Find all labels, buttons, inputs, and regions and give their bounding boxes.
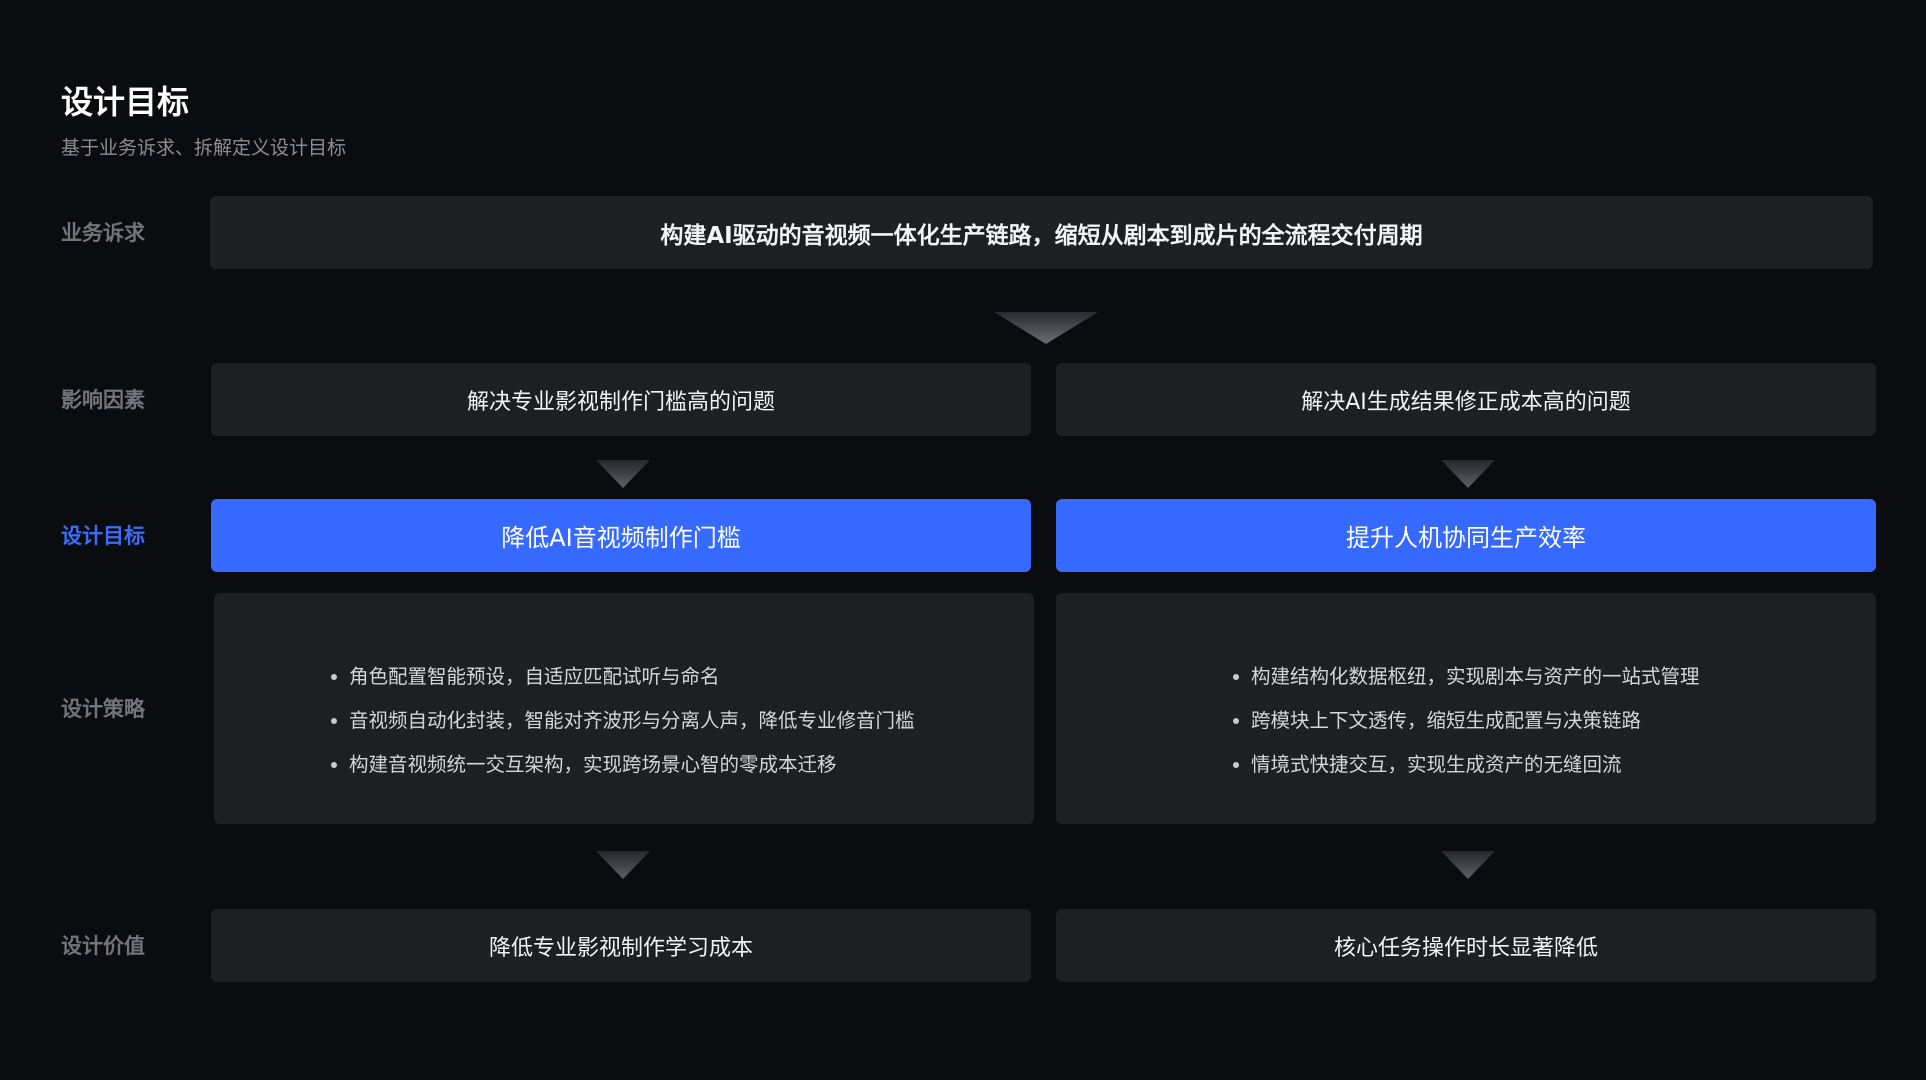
factor-box-left: 解决专业影视制作门槛高的问题	[211, 363, 1031, 436]
list-item: 音视频自动化封装，智能对齐波形与分离人声，降低专业修音门槛	[331, 699, 1034, 743]
factor-box-right: 解决AI生成结果修正成本高的问题	[1056, 363, 1876, 436]
list-item: 构建结构化数据枢纽，实现剧本与资产的一站式管理	[1233, 655, 1876, 699]
goal-text-left: 降低AI音视频制作门槛	[501, 524, 741, 552]
value-box-left: 降低专业影视制作学习成本	[211, 909, 1031, 982]
list-item: 构建音视频统一交互架构，实现跨场景心智的零成本迁移	[331, 743, 1034, 787]
business-requirement-text: 构建AI驱动的音视频一体化生产链路，缩短从剧本到成片的全流程交付周期	[660, 222, 1423, 249]
strategy-list-left: 角色配置智能预设，自适应匹配试听与命名 音视频自动化封装，智能对齐波形与分离人声…	[331, 655, 1034, 787]
value-text-left: 降低专业影视制作学习成本	[488, 935, 753, 961]
arrow-down-icon	[994, 312, 1098, 344]
goal-text-right: 提升人机协同生产效率	[1346, 524, 1586, 552]
arrow-down-icon	[1441, 460, 1495, 488]
factor-text-left: 解决专业影视制作门槛高的问题	[466, 389, 775, 415]
strategy-list-right: 构建结构化数据枢纽，实现剧本与资产的一站式管理 跨模块上下文透传，缩短生成配置与…	[1233, 655, 1876, 787]
row-label-factors: 影响因素	[61, 388, 145, 412]
arrow-down-icon	[596, 460, 650, 488]
value-box-right: 核心任务操作时长显著降低	[1056, 909, 1876, 982]
factor-text-right: 解决AI生成结果修正成本高的问题	[1301, 389, 1631, 415]
business-requirement-box: 构建AI驱动的音视频一体化生产链路，缩短从剧本到成片的全流程交付周期	[210, 196, 1873, 269]
goal-box-left: 降低AI音视频制作门槛	[211, 499, 1031, 572]
list-item: 角色配置智能预设，自适应匹配试听与命名	[331, 655, 1034, 699]
strategy-box-right: 构建结构化数据枢纽，实现剧本与资产的一站式管理 跨模块上下文透传，缩短生成配置与…	[1056, 593, 1876, 824]
row-label-goals: 设计目标	[61, 524, 145, 548]
value-text-right: 核心任务操作时长显著降低	[1333, 935, 1598, 961]
list-item: 情境式快捷交互，实现生成资产的无缝回流	[1233, 743, 1876, 787]
row-label-strategy: 设计策略	[61, 697, 145, 721]
row-label-value: 设计价值	[61, 934, 145, 958]
page-title: 设计目标	[61, 83, 190, 121]
arrow-down-icon	[596, 851, 650, 879]
strategy-box-left: 角色配置智能预设，自适应匹配试听与命名 音视频自动化封装，智能对齐波形与分离人声…	[214, 593, 1034, 824]
list-item: 跨模块上下文透传，缩短生成配置与决策链路	[1233, 699, 1876, 743]
page-subtitle: 基于业务诉求、拆解定义设计目标	[61, 137, 347, 159]
row-label-business: 业务诉求	[61, 221, 145, 245]
arrow-down-icon	[1441, 851, 1495, 879]
goal-box-right: 提升人机协同生产效率	[1056, 499, 1876, 572]
